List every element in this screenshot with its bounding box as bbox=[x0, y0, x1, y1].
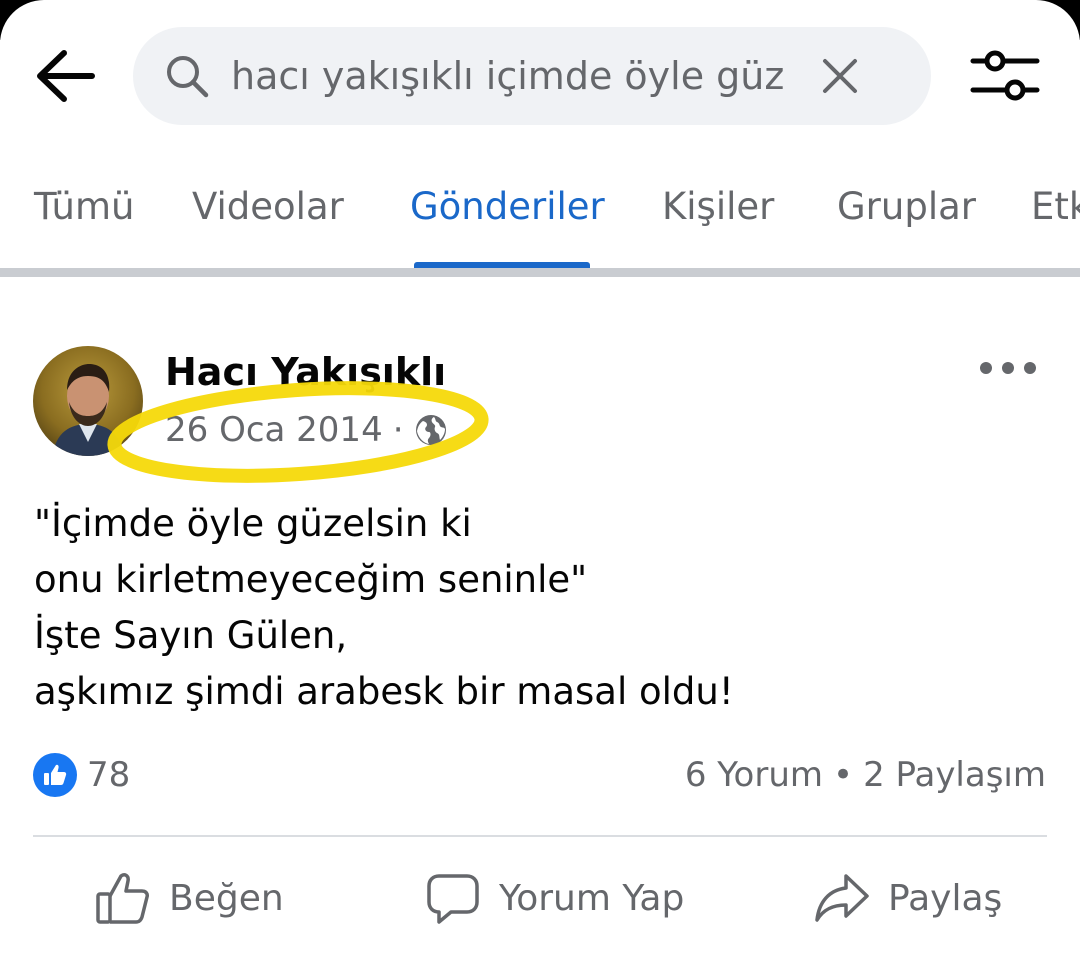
like-button-label: Beğen bbox=[169, 877, 284, 919]
comment-count[interactable]: 6 Yorum bbox=[685, 755, 823, 795]
post-text-line: İşte Sayın Gülen, bbox=[34, 614, 348, 657]
clear-search-button[interactable] bbox=[813, 49, 867, 103]
thumbs-up-outline-icon bbox=[96, 873, 149, 924]
tab-videos[interactable]: Videolar bbox=[192, 182, 344, 232]
post-text: "İçimde öyle güzelsin ki onu kirletmeyec… bbox=[34, 496, 1044, 720]
post-text-line: onu kirletmeyeceğim seninle" bbox=[34, 558, 588, 601]
filter-button[interactable] bbox=[965, 44, 1045, 108]
more-dot bbox=[980, 362, 992, 374]
like-count[interactable]: 78 bbox=[87, 752, 130, 798]
like-button[interactable]: Beğen bbox=[95, 866, 284, 930]
stats-separator: • bbox=[833, 755, 854, 795]
comment-button[interactable]: Yorum Yap bbox=[425, 866, 684, 930]
back-button[interactable] bbox=[30, 44, 100, 108]
comment-bubble-icon bbox=[427, 874, 479, 924]
tab-all[interactable]: Tümü bbox=[34, 182, 134, 232]
search-input[interactable]: hacı yakışıklı içimde öyle güz bbox=[231, 51, 791, 101]
share-button[interactable]: Paylaş bbox=[814, 866, 1002, 930]
tab-people[interactable]: Kişiler bbox=[662, 182, 774, 232]
close-icon bbox=[823, 59, 857, 93]
sliders-icon bbox=[970, 50, 1040, 101]
post-stats: 6 Yorum • 2 Paylaşım bbox=[685, 752, 1046, 798]
highlight-circle-annotation bbox=[107, 381, 489, 483]
tab-events[interactable]: Etk bbox=[1031, 182, 1080, 232]
search-bar[interactable]: hacı yakışıklı içimde öyle güz bbox=[133, 27, 931, 125]
more-dot bbox=[1002, 362, 1014, 374]
post-text-line: aşkımız şimdi arabesk bir masal oldu! bbox=[34, 670, 734, 713]
share-arrow-icon bbox=[815, 874, 869, 922]
arrow-left-icon bbox=[37, 50, 95, 102]
like-reaction-badge[interactable] bbox=[33, 753, 77, 797]
share-count[interactable]: 2 Paylaşım bbox=[863, 755, 1046, 795]
post-options-button[interactable] bbox=[980, 350, 1036, 386]
tab-groups[interactable]: Gruplar bbox=[837, 182, 976, 232]
search-tabs: Tümü Videolar Gönderiler Kişiler Gruplar… bbox=[0, 170, 1080, 270]
tab-posts[interactable]: Gönderiler bbox=[410, 182, 605, 232]
share-button-label: Paylaş bbox=[888, 877, 1003, 919]
screen: hacı yakışıklı içimde öyle güz Tümü Vide… bbox=[0, 0, 1080, 966]
tabs-divider bbox=[0, 268, 1080, 277]
search-icon bbox=[167, 56, 209, 98]
comment-button-label: Yorum Yap bbox=[499, 877, 685, 919]
thumbs-up-icon bbox=[44, 764, 67, 785]
stats-divider bbox=[33, 835, 1047, 837]
post-text-line: "İçimde öyle güzelsin ki bbox=[34, 502, 472, 545]
more-dot bbox=[1024, 362, 1036, 374]
